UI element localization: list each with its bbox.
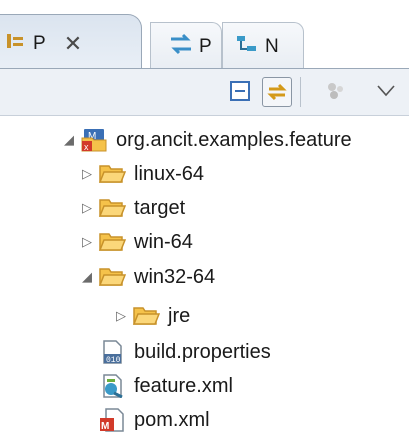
folder-open-icon [98,268,126,286]
collapsed-arrow-icon[interactable]: ▷ [110,308,132,324]
collapsed-arrow-icon[interactable]: ▷ [76,234,98,250]
expanded-arrow-icon[interactable]: ◢ [76,269,98,285]
toolbar-separator [300,77,301,107]
tree-node-label: org.ancit.examples.feature [116,128,352,151]
properties-file-icon: 010 [103,340,122,364]
tree-node-label: jre [168,304,191,327]
folder-open-icon [98,233,126,251]
filters-button[interactable] [322,77,350,105]
tree-node-file[interactable]: M pom.xml [98,404,210,436]
navigator-icon [235,33,259,61]
expanded-arrow-icon[interactable]: ◢ [58,132,80,148]
view-tab-strip: P ✕ P N [0,0,409,73]
tree-node-folder[interactable]: ▷ target [76,192,185,224]
tree-node-label: build.properties [134,340,271,363]
maven-pom-icon: M [100,408,124,432]
tab-label: N [265,36,279,57]
tree-node-label: pom.xml [134,408,210,431]
tree-node-folder[interactable]: ▷ linux-64 [76,158,204,190]
tree-node-file[interactable]: 010 build.properties [98,336,271,368]
folder-open-icon [132,307,160,325]
tree-node-folder[interactable]: ▷ jre [110,300,190,332]
tree-node-label: feature.xml [134,374,233,397]
tree-node-label: linux-64 [134,162,205,185]
project-explorer-view: P ✕ P N ◢ M x org.ancit.examples.feature… [0,0,409,436]
tab-navigator[interactable]: N [222,22,304,71]
tree-node-label: win-64 [134,230,193,253]
filters-icon [328,83,343,99]
view-toolbar [0,68,409,116]
project-explorer-icon [5,30,27,58]
feature-manifest-icon [103,374,123,398]
maven-project-icon: M x [81,129,107,152]
tree-node-label: target [134,196,186,219]
collapsed-arrow-icon[interactable]: ▷ [76,166,98,182]
collapsed-arrow-icon[interactable]: ▷ [76,200,98,216]
folder-open-icon [98,165,126,183]
tab-package-explorer[interactable]: P [150,22,222,71]
tab-label: P [33,33,46,54]
collapse-all-icon [230,81,250,101]
tab-project-explorer[interactable]: P ✕ [0,14,142,73]
close-icon[interactable]: ✕ [64,31,82,57]
view-menu-chevron-down-icon [377,85,395,97]
tree-node-file[interactable]: feature.xml [98,370,233,402]
link-with-editor-button[interactable] [262,77,292,107]
svg-text:010: 010 [106,356,121,364]
view-menu-button[interactable] [372,77,400,105]
tree-node-label: win32-64 [134,265,216,288]
folder-open-icon [98,199,126,217]
collapse-all-button[interactable] [226,77,254,105]
tab-label: P [199,36,212,57]
link-with-editor-icon [267,83,287,101]
tree-node-folder[interactable]: ◢ win32-64 [76,261,215,293]
svg-text:x: x [84,142,89,152]
tree-node-folder[interactable]: ▷ win-64 [76,226,193,258]
svg-text:M: M [101,421,109,432]
tree-node-root-project[interactable]: ◢ M x org.ancit.examples.feature [58,124,352,156]
package-explorer-icon [169,33,193,61]
